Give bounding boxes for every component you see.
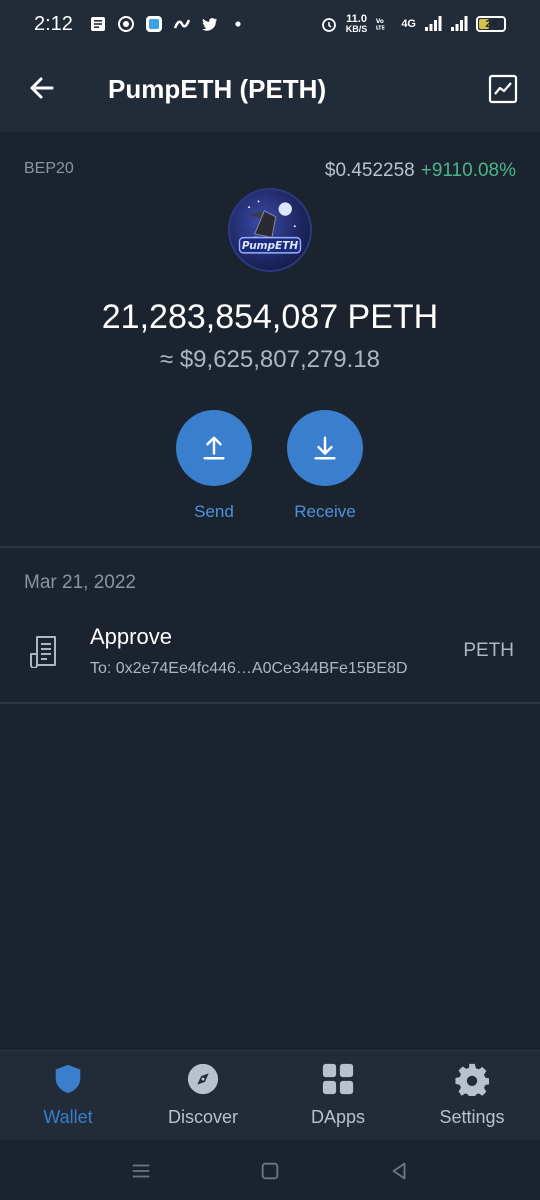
app-blue-icon [145,15,163,33]
receive-circle[interactable] [287,410,363,486]
send-button[interactable]: Send [159,410,269,522]
bottom-nav: Wallet Discover DApps Settings [0,1050,540,1140]
token-summary: BEP20 $0.452258 +9110.08% PumpETH 21,283… [0,132,540,546]
download-arrow-icon [314,436,336,460]
status-time: 2:12 [34,12,73,35]
menu-icon[interactable] [126,1156,156,1186]
app-icon [117,15,135,33]
twitter-icon [201,15,219,33]
battery-icon: 24 [476,16,506,32]
volte-icon: Vo LTE [375,15,393,33]
network-label: 4G [401,18,416,30]
nav-label-dapps: DApps [310,1107,366,1127]
price-change: +9110.08% [420,160,516,181]
net-speed: 11.0 KB/S [345,13,368,35]
back-button[interactable] [24,70,60,106]
nav-label-wallet: Wallet [43,1107,93,1127]
app-swirl-icon [173,15,191,33]
transaction-date-header: Mar 21, 2022 [24,572,136,593]
net-speed-unit: KB/S [345,24,368,34]
network-tag: BEP20 [24,160,74,177]
status-icons-left [89,15,247,33]
transaction-amount: PETH [463,640,514,661]
page-title: PumpETH (PETH) [108,74,327,104]
transaction-row[interactable]: Approve To: 0x2e74Ee4fc446…A0Ce344BFe15B… [0,612,540,702]
transaction-title: Approve [90,624,172,649]
grid-icon [320,1061,356,1097]
send-label: Send [194,502,234,521]
nav-label-discover: Discover [167,1107,238,1127]
svg-text:LTE: LTE [376,26,385,32]
nav-item-wallet[interactable]: Wallet [8,1061,128,1128]
system-nav [0,1140,540,1200]
nav-label-settings: Settings [439,1107,505,1127]
gear-icon [454,1061,490,1097]
fiat-balance: ≈ $9,625,807,279.18 [159,346,381,373]
status-icons-right: 11.0 KB/S Vo LTE 4G 24 [320,14,506,34]
nav-item-discover[interactable]: Discover [143,1061,263,1128]
chart-icon [488,74,518,104]
notes-icon [89,15,107,33]
receipt-icon [28,634,60,669]
token-price: $0.452258 [324,160,415,181]
shield-icon [50,1061,86,1097]
home-icon[interactable] [255,1156,285,1186]
token-logo-text: PumpETH [242,240,298,252]
token-logo: PumpETH [228,188,312,272]
transaction-recipient: To: 0x2e74Ee4fc446…A0Ce344BFe15BE8D [90,660,408,677]
send-circle[interactable] [176,410,252,486]
receive-button[interactable]: Receive [270,410,380,522]
transaction-divider [0,702,540,704]
receive-label: Receive [294,502,356,521]
battery-level: 24 [485,18,497,30]
signal-icon-2 [450,15,468,33]
app-header: PumpETH (PETH) [0,48,540,132]
section-divider [0,546,540,548]
compass-icon [185,1061,221,1097]
dot-icon [229,15,247,33]
nav-item-dapps[interactable]: DApps [278,1061,398,1128]
upload-arrow-icon [203,436,225,460]
price-chart-button[interactable] [488,74,518,104]
nav-item-settings[interactable]: Settings [412,1061,532,1128]
svg-text:Vo: Vo [376,19,384,25]
price-row: $0.452258 +9110.08% [325,160,516,182]
net-speed-value: 11.0 [346,13,367,25]
back-icon[interactable] [384,1156,414,1186]
signal-icon [424,15,442,33]
alarm-icon [320,15,338,33]
back-arrow-icon [30,77,54,99]
token-balance: 21,283,854,087 PETH [101,298,439,336]
status-bar: 2:12 11.0 KB/S Vo LTE 4G 24 [0,0,540,48]
